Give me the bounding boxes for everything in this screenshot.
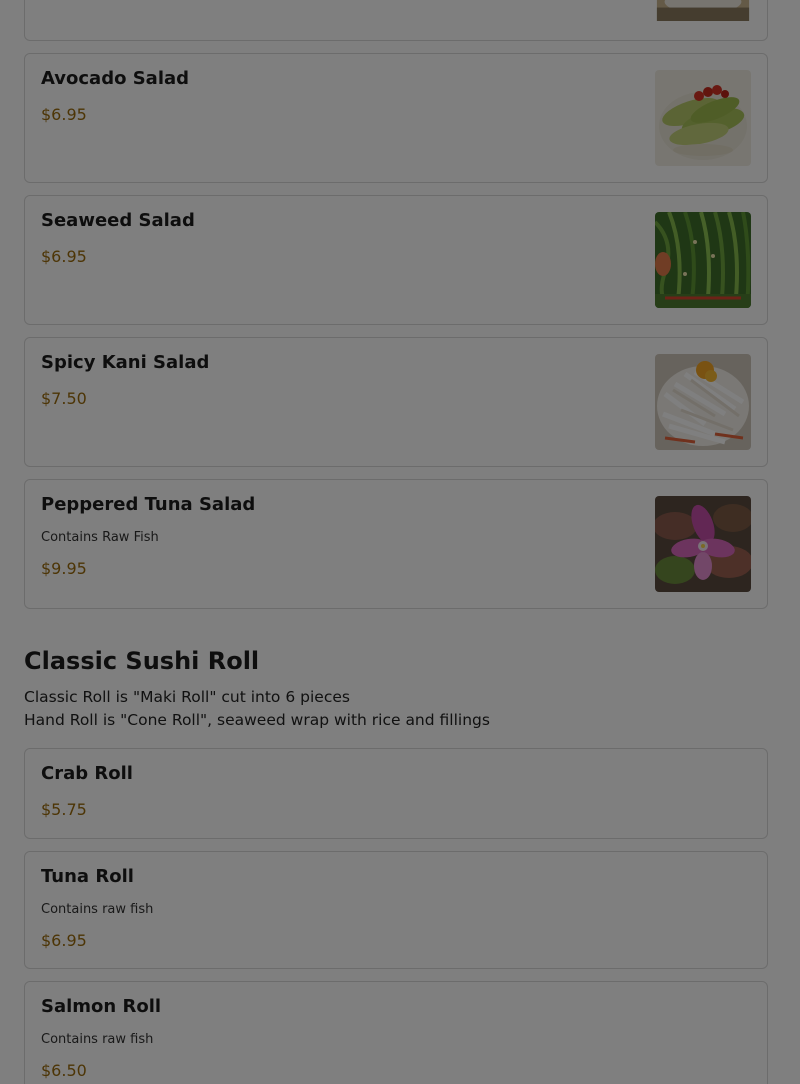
section-description-line: Classic Roll is "Maki Roll" cut into 6 p… [24,688,350,706]
menu-item-name: Salmon Roll [41,996,162,1017]
section-description-line: Hand Roll is "Cone Roll", seaweed wrap w… [24,711,490,729]
menu-item-card[interactable]: Salmon Roll Contains raw fish $6.50 [24,981,768,1084]
menu-page: Avocado Salad $6.95 Seaweed Salad $6.95 [0,0,800,1084]
menu-item-photo-partial [655,0,751,25]
menu-item-price: $5.75 [41,800,87,819]
menu-item-note: Contains raw fish [41,902,154,917]
section-title: Classic Sushi Roll [24,647,260,675]
menu-item-name: Peppered Tuna Salad [41,494,256,515]
menu-item-name: Avocado Salad [41,68,190,89]
spicy-kani-salad-photo [655,354,751,450]
menu-item-price: $6.95 [41,247,87,266]
menu-item-price: $9.95 [41,559,87,578]
menu-item-price: $6.50 [41,1061,87,1080]
menu-item-name: Crab Roll [41,763,133,784]
section-description: Classic Roll is "Maki Roll" cut into 6 p… [24,686,490,732]
seaweed-salad-photo [655,212,751,308]
menu-item-price: $6.95 [41,105,87,124]
avocado-salad-photo [655,70,751,166]
menu-item-card[interactable]: Spicy Kani Salad $7.50 [24,337,768,467]
menu-item-card[interactable]: Peppered Tuna Salad Contains Raw Fish $9… [24,479,768,609]
menu-item-note: Contains raw fish [41,1032,154,1047]
menu-item-note: Contains Raw Fish [41,530,159,545]
menu-item-card[interactable]: Seaweed Salad $6.95 [24,195,768,325]
menu-item-name: Spicy Kani Salad [41,352,210,373]
menu-item-price: $7.50 [41,389,87,408]
menu-item-card-partial[interactable] [24,0,768,41]
menu-item-price: $6.95 [41,931,87,950]
menu-item-card[interactable]: Crab Roll $5.75 [24,748,768,839]
food-photo-icon [656,0,750,21]
peppered-tuna-salad-photo [655,496,751,592]
menu-item-name: Seaweed Salad [41,210,195,231]
menu-item-card[interactable]: Avocado Salad $6.95 [24,53,768,183]
menu-item-name: Tuna Roll [41,866,134,887]
menu-item-card[interactable]: Tuna Roll Contains raw fish $6.95 [24,851,768,969]
